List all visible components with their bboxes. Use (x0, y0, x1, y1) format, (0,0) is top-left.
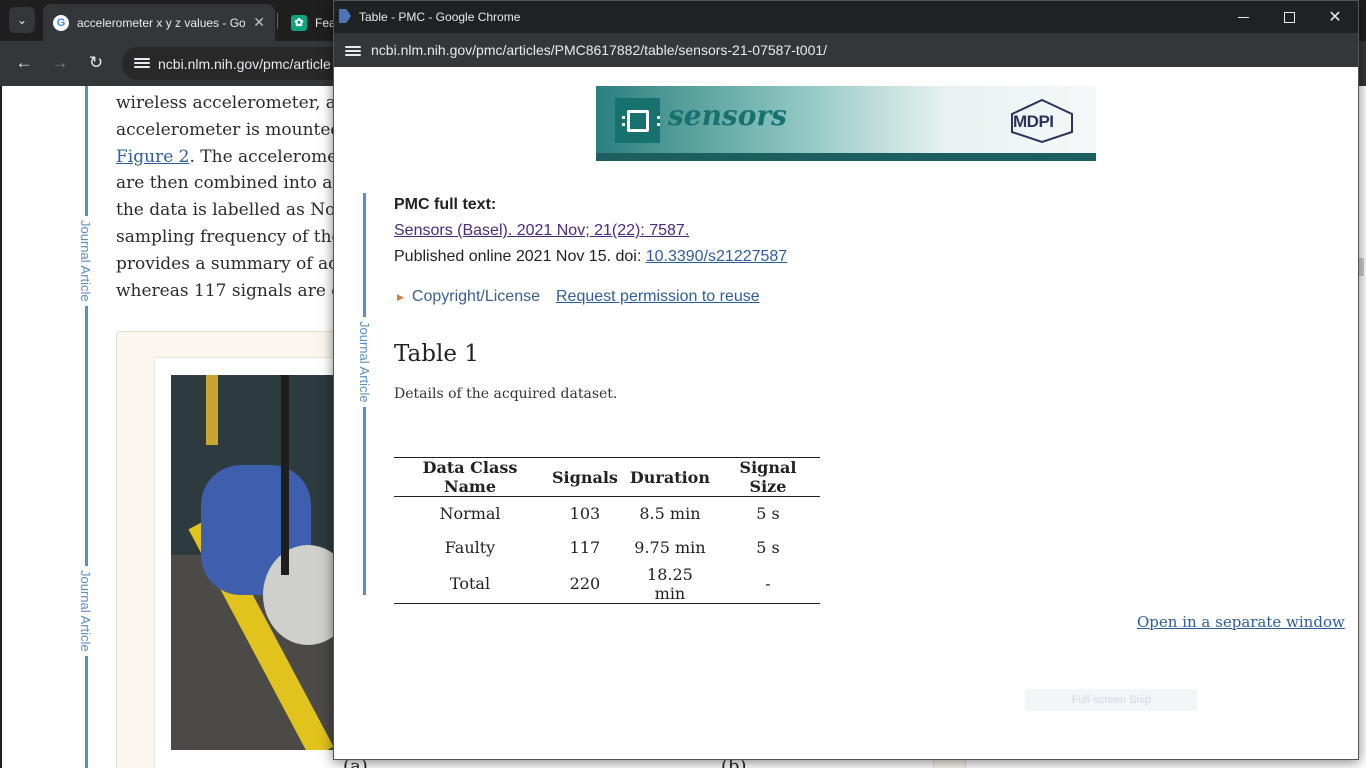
popup-url: ncbi.nlm.nih.gov/pmc/articles/PMC8617882… (371, 42, 828, 58)
table-popup-window: Table - PMC - Google Chrome ✕ ncbi.nlm.n… (333, 0, 1359, 760)
text-line: whereas 117 signals are c (116, 280, 341, 301)
journal-banner[interactable]: sensors MDPI (596, 86, 1096, 161)
triangle-right-icon: ▶ (397, 291, 404, 302)
tab-divider (277, 13, 278, 29)
table-row: Total 220 18.25 min - (394, 564, 820, 603)
table-cell: 5 s (756, 538, 780, 557)
text-line: Figure 2. The acceleromet (116, 144, 346, 171)
open-separate-window-link[interactable]: Open in a separate window (1137, 613, 1345, 631)
arrow-right-icon: → (51, 53, 69, 72)
popup-address-bar[interactable]: ncbi.nlm.nih.gov/pmc/articles/PMC8617882… (334, 33, 1358, 67)
column-header: Duration (629, 467, 710, 487)
text-line: sampling frequency of the (116, 226, 342, 247)
close-icon[interactable]: ✕ (253, 14, 265, 31)
table-header-row: Data Class Name Signals Duration Signal … (394, 457, 820, 497)
text-line: wireless accelerometer, a (116, 93, 336, 113)
close-window-button[interactable]: ✕ (1312, 1, 1358, 33)
table-cell: 9.75 min (634, 538, 706, 557)
reload-button[interactable]: ↻ (82, 49, 110, 77)
chatgpt-icon: ✿ (291, 14, 307, 31)
doi-link[interactable]: 10.3390/s21227587 (646, 248, 787, 265)
snip-overlay[interactable]: Full-screen Snip (1025, 689, 1198, 711)
journal-article-label: Journal Article (78, 566, 93, 656)
figure-2-link[interactable]: Figure 2 (116, 147, 189, 167)
window-edge (0, 86, 2, 768)
table-row: Faulty 117 9.75 min 5 s (394, 531, 820, 565)
text-line: provides a summary of ac (116, 253, 338, 274)
maximize-button[interactable] (1266, 1, 1312, 33)
minimize-button[interactable] (1220, 1, 1266, 33)
back-button[interactable]: ← (10, 49, 38, 77)
text-line: are then combined into a (116, 173, 333, 194)
tab-chatgpt[interactable]: ✿ Feat (281, 4, 341, 41)
journal-name: sensors (668, 99, 787, 132)
arrow-left-icon: ← (15, 53, 33, 72)
article-body-text: wireless accelerometer, a accelerometer … (116, 90, 346, 304)
table-caption: Details of the acquired dataset. (394, 386, 618, 402)
banner-band (596, 153, 1096, 161)
table-title: Table 1 (394, 341, 479, 367)
article-side-rule (85, 86, 88, 768)
journal-article-label: Journal Article (357, 317, 372, 407)
motor-photo[interactable] (171, 375, 341, 750)
maximize-icon (1283, 11, 1295, 23)
table-cell: - (765, 574, 771, 593)
chip-icon (615, 98, 660, 143)
table-cell: 103 (569, 504, 601, 524)
copyright-license-toggle[interactable]: Copyright/License (412, 288, 540, 306)
close-icon: ✕ (1328, 9, 1342, 26)
table-row: Normal 103 8.5 min 5 s (394, 497, 820, 531)
mdpi-logo: MDPI (1008, 98, 1076, 144)
site-info-icon[interactable] (134, 56, 150, 70)
published-text: Published online 2021 Nov 15. doi: (394, 248, 646, 265)
pmc-full-text-heading: PMC full text: (394, 196, 497, 213)
popup-content: sensors MDPI Journal Article PMC full te… (334, 67, 1358, 759)
citation-link[interactable]: Sensors (Basel). 2021 Nov; 21(22): 7587. (394, 222, 689, 240)
popup-title-bar: Table - PMC - Google Chrome ✕ (334, 1, 1358, 33)
column-header: Signals (552, 467, 618, 487)
tab-title: accelerometer x y z values - Go (77, 15, 246, 30)
google-icon: G (53, 14, 69, 31)
table-cell: 8.5 min (639, 504, 701, 524)
window-title: Table - PMC - Google Chrome (359, 10, 521, 24)
dataset-table: Data Class Name Signals Duration Signal … (394, 457, 820, 604)
column-header: Signal Size (739, 458, 797, 496)
table-cell: Total (449, 574, 491, 593)
site-info-icon[interactable] (345, 44, 361, 58)
table-cell: 18.25 min (647, 564, 693, 603)
table-cell: 220 (569, 574, 601, 593)
published-line: Published online 2021 Nov 15. doi: 10.33… (394, 248, 787, 266)
reload-icon: ↻ (88, 53, 104, 72)
tab-google-search[interactable]: G accelerometer x y z values - Go ✕ (43, 4, 275, 41)
journal-article-label: Journal Article (78, 216, 93, 306)
tab-search-button[interactable]: ⌄ (9, 7, 35, 33)
text-line: accelerometer is mounted (116, 119, 342, 140)
table-cell: Normal (439, 504, 501, 524)
minimize-icon (1237, 16, 1249, 18)
chevron-down-icon: ⌄ (16, 13, 28, 27)
forward-button[interactable]: → (46, 49, 74, 77)
copyright-row: ▶ Copyright/License Request permission t… (397, 288, 760, 306)
request-permission-link[interactable]: Request permission to reuse (556, 288, 760, 306)
column-header: Data Class Name (422, 458, 518, 496)
table-cell: Faulty (444, 538, 496, 557)
text-fragment: . The acceleromet (189, 146, 345, 167)
text-line: the data is labelled as Nor (116, 200, 344, 221)
table-cell: 117 (569, 538, 601, 557)
publisher-name: MDPI (1013, 112, 1054, 131)
address-url: ncbi.nlm.nih.gov/pmc/article (158, 55, 331, 72)
table-cell: 5 s (756, 504, 780, 524)
pmc-icon (339, 9, 351, 23)
